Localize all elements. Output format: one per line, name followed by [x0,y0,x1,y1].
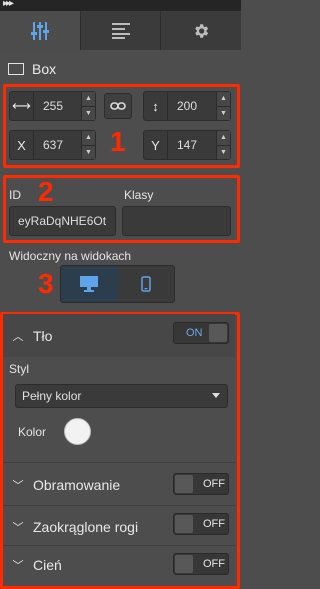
annotation-number-2: 2 [38,176,54,207]
style-select-value: Pełny kolor [22,389,82,403]
y-label: Y [144,131,168,159]
shadow-toggle-text: OFF [203,558,225,570]
style-select[interactable]: Pełny kolor [15,384,228,408]
visibility-label: Widoczny na widokach [9,249,132,263]
chevron-down-icon [212,393,220,398]
height-field[interactable]: ↕ 200 ▲ ▼ [143,91,231,121]
annotation-number-1: 1 [110,126,126,157]
shadow-toggle[interactable]: OFF [173,553,229,575]
align-left-icon [111,22,130,39]
y-value[interactable]: 147 [168,138,216,152]
x-value[interactable]: 637 [34,138,81,152]
width-value[interactable]: 255 [34,99,81,113]
height-stepper[interactable]: ▲ ▼ [216,92,230,120]
desktop-icon [80,276,99,292]
rounded-corners-toggle-text: OFF [203,518,225,530]
element-title-text: Box [32,61,57,77]
mobile-view-button[interactable] [117,266,174,302]
style-label: Styl [9,362,30,376]
y-field[interactable]: Y 147 ▲ ▼ [143,130,231,160]
chevron-down-icon: ﹀ [12,559,24,572]
rounded-corners-toggle[interactable]: OFF [173,513,229,535]
border-toggle[interactable]: OFF [173,473,229,495]
horizontal-arrows-icon: ⟷ [10,92,34,120]
classes-label: Klasy [124,188,154,202]
color-swatch[interactable] [64,418,91,445]
height-value[interactable]: 200 [168,99,216,113]
chevron-down-icon: ﹀ [12,479,24,492]
desktop-view-button[interactable] [61,266,118,302]
toggle-knob [209,324,227,342]
chevron-down-icon: ﹀ [12,521,24,534]
x-stepper[interactable]: ▲ ▼ [81,131,95,159]
chevron-up-icon: ︿ [12,330,24,343]
settings-tab[interactable] [161,11,241,50]
x-field[interactable]: X 637 ▲ ▼ [9,130,96,160]
toggle-knob [175,555,193,573]
color-label: Kolor [18,425,47,439]
vertical-arrows-icon: ↕ [144,92,168,120]
annotation-number-3: 3 [38,268,54,299]
link-dimensions-button[interactable] [104,93,132,119]
id-label: ID [9,188,21,202]
mobile-icon [141,276,151,292]
text-tab[interactable] [81,11,162,50]
background-toggle[interactable]: ON [173,322,229,344]
sliders-icon [30,21,49,40]
width-stepper[interactable]: ▲ ▼ [81,92,95,120]
border-toggle-text: OFF [203,478,225,490]
classes-input[interactable] [122,206,231,236]
toggle-knob [175,475,193,493]
background-toggle-text: ON [186,327,203,339]
width-field[interactable]: ⟷ 255 ▲ ▼ [9,91,96,121]
panel-tabs [0,11,241,50]
id-input[interactable]: eyRaDqNHE6Ot [9,206,116,236]
expand-arrows-icon[interactable]: ▸▸▸ [3,0,14,9]
y-stepper[interactable]: ▲ ▼ [216,131,230,159]
element-title: Box [8,58,56,80]
x-label: X [10,131,34,159]
top-strip: ▸▸▸ [0,0,241,11]
style-tab[interactable] [0,11,81,50]
box-icon [8,63,24,75]
visibility-toggle [60,265,175,303]
gear-icon [195,23,209,38]
link-icon [110,102,126,110]
toggle-knob [175,515,193,533]
